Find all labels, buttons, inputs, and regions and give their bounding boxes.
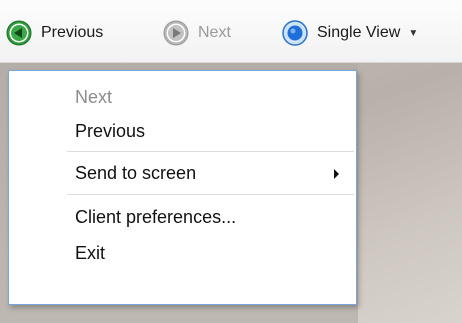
menu-item-send-to-screen[interactable]: Send to screen — [9, 156, 356, 190]
next-button[interactable]: Next — [163, 20, 231, 46]
menu-separator — [67, 194, 354, 195]
menu-item-label: Previous — [75, 120, 146, 141]
menu-item-previous[interactable]: Previous — [9, 114, 356, 148]
caret-right-icon — [334, 169, 339, 179]
single-view-dropdown[interactable]: Single View ▼ — [282, 20, 418, 46]
caret-down-icon: ▼ — [408, 27, 419, 39]
app-window: Previous Next Single View ▼ Next Previou… — [0, 0, 462, 323]
menu-item-label: Client preferences... — [75, 206, 237, 227]
context-menu: Next Previous Send to screen Client pref… — [8, 70, 357, 305]
previous-button[interactable]: Previous — [6, 20, 103, 46]
menu-item-next[interactable]: Next — [9, 80, 356, 114]
previous-label: Previous — [41, 24, 104, 41]
arrow-left-circle-icon — [6, 20, 32, 46]
single-view-label: Single View — [317, 24, 401, 41]
next-label: Next — [198, 24, 231, 41]
menu-item-exit[interactable]: Exit — [9, 236, 356, 270]
menu-separator — [67, 151, 354, 152]
toolbar: Previous Next Single View ▼ — [0, 0, 462, 63]
menu-item-label: Next — [75, 86, 113, 107]
arrow-right-circle-icon — [163, 20, 189, 46]
menu-item-client-preferences[interactable]: Client preferences... — [9, 200, 356, 234]
menu-item-label: Exit — [75, 242, 106, 263]
radio-dot-icon — [282, 20, 308, 46]
menu-item-label: Send to screen — [75, 162, 197, 183]
